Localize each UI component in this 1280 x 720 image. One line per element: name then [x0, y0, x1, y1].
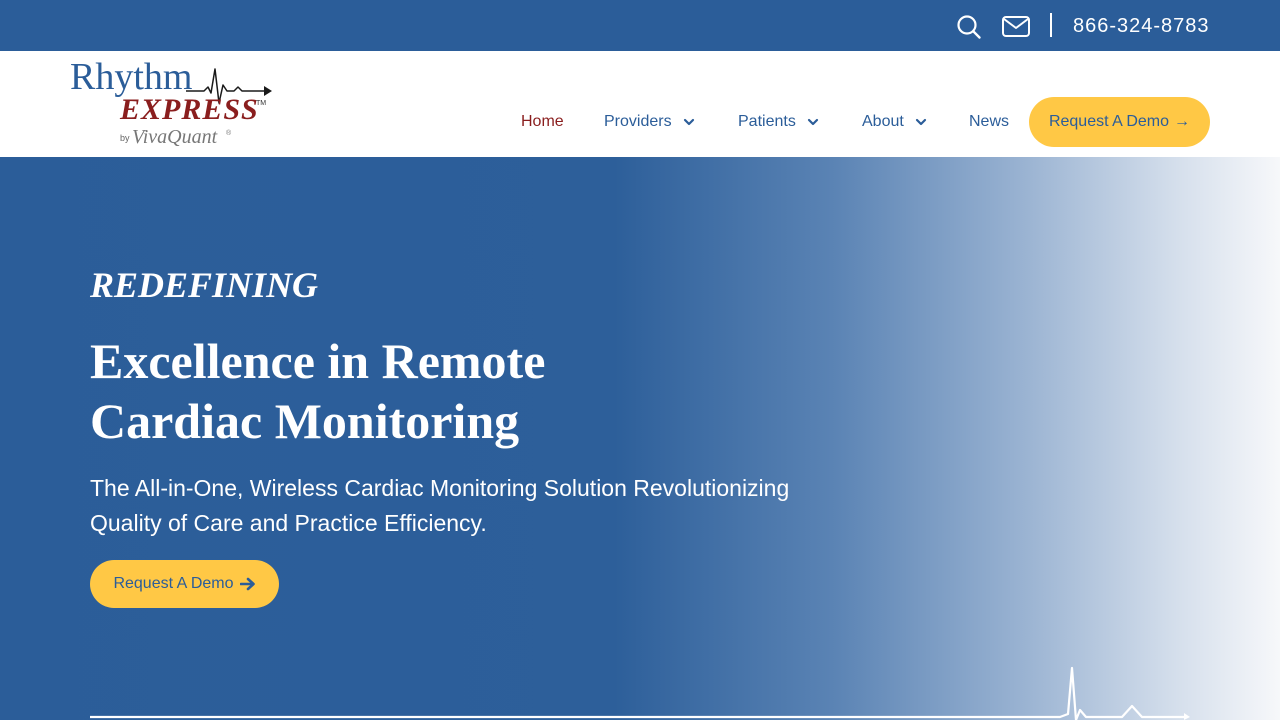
nav-item-home[interactable]: Home	[521, 97, 564, 147]
hero-subhead-line1: The All-in-One, Wireless Cardiac Monitor…	[90, 475, 790, 501]
logo-registered-text: ®	[226, 129, 232, 137]
hero-headline-line1: Excellence in Remote	[90, 333, 546, 389]
nav-item-about[interactable]: About	[862, 97, 928, 147]
nav-item-news[interactable]: News	[969, 97, 1009, 147]
hero-headline-line2: Cardiac Monitoring	[90, 393, 520, 449]
logo-by-text: by	[120, 133, 130, 143]
logo-tm-text: TM	[256, 100, 266, 107]
hero-subhead-line2: Quality of Care and Practice Efficiency.	[90, 510, 487, 536]
search-button[interactable]	[956, 14, 982, 40]
nav-about-label: About	[862, 113, 904, 130]
email-button[interactable]	[1001, 14, 1031, 40]
top-utility-bar: 866-324-8783	[0, 0, 1280, 51]
nav-item-patients[interactable]: Patients	[738, 97, 820, 147]
hero-headline: Excellence in Remote Cardiac Monitoring	[90, 331, 790, 451]
search-icon	[957, 15, 981, 39]
arrow-right-icon	[239, 577, 255, 591]
chevron-down-icon	[915, 118, 926, 126]
logo-express-text: EXPRESS	[119, 93, 259, 126]
phone-link[interactable]: 866-324-8783	[1073, 14, 1210, 38]
nav-home-label: Home	[521, 113, 564, 130]
request-demo-button-header[interactable]: Request A Demo →	[1029, 97, 1210, 147]
hero-eyebrow: REDEFINING	[90, 265, 319, 305]
rhythm-express-logo[interactable]: Rhythm EXPRESS TM by VivaQuant ®	[68, 56, 273, 151]
nav-patients-label: Patients	[738, 113, 796, 130]
arrow-right-icon: →	[1174, 113, 1191, 130]
logo-vivaquant-text: VivaQuant	[132, 126, 218, 148]
request-demo-button-hero[interactable]: Request A Demo	[90, 560, 279, 608]
mail-icon	[1002, 16, 1030, 37]
topbar-divider	[1050, 13, 1052, 37]
hero-subhead: The All-in-One, Wireless Cardiac Monitor…	[90, 471, 810, 541]
nav-news-label: News	[969, 113, 1010, 130]
hero-ecg-line-graphic	[90, 666, 1190, 720]
hero-section: REDEFINING Excellence in Remote Cardiac …	[0, 157, 1280, 720]
nav-item-providers[interactable]: Providers	[604, 97, 696, 147]
chevron-down-icon	[807, 118, 818, 126]
logo-ecg-arrow	[264, 86, 272, 96]
nav-providers-label: Providers	[604, 113, 672, 130]
request-demo-label: Request A Demo	[1048, 113, 1170, 130]
chevron-down-icon	[683, 118, 694, 126]
hero-cta-label: Request A Demo	[113, 575, 234, 592]
site-header: Rhythm EXPRESS TM by VivaQuant ® Home Pr…	[0, 51, 1280, 157]
